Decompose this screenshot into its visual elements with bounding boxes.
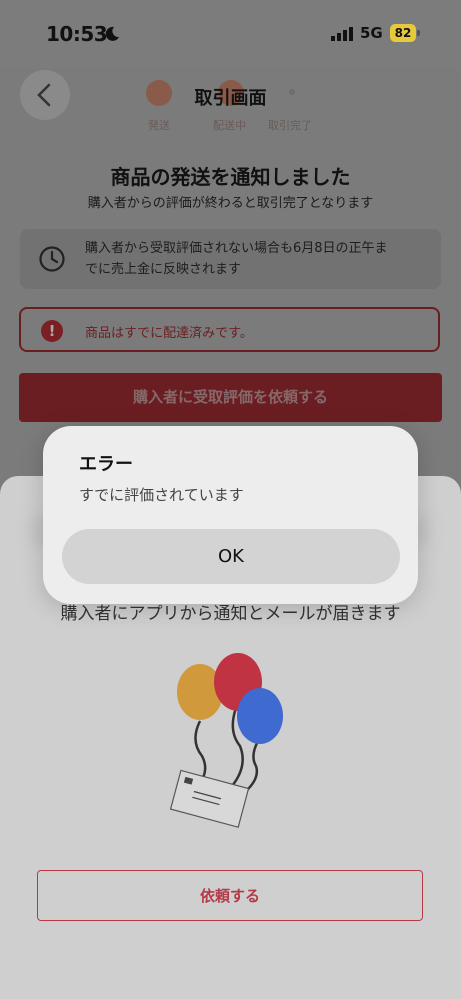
battery-tip: [417, 30, 420, 36]
ok-button[interactable]: OK: [62, 529, 400, 584]
dialog-title: エラー: [79, 454, 133, 475]
status-time: 10:53: [46, 22, 108, 46]
step-label: 取引完了: [268, 119, 312, 132]
notice-subline: 購入者からの評価が終わると取引完了となります: [87, 196, 374, 211]
page-title: 取引画面: [194, 88, 267, 109]
dialog-message: すでに評価されています: [79, 486, 244, 504]
signal-icon: [331, 27, 353, 41]
clock-icon: [39, 246, 65, 272]
info-text-line: 購入者から受取評価されない場合も6月8日の正午ま: [85, 241, 388, 256]
request-button[interactable]: 依頼する: [37, 870, 423, 921]
network-type: 5G: [360, 24, 383, 42]
error-dialog: エラー すでに評価されています OK: [43, 426, 418, 604]
exclamation-icon: !: [41, 320, 63, 342]
alert-text: 商品はすでに配達済みです。: [85, 326, 253, 341]
status-bar: 10:53 5G 82: [0, 0, 461, 68]
moon-icon: [105, 26, 119, 41]
info-text-line: でに売上金に反映されます: [85, 262, 242, 277]
battery-icon: 82: [390, 24, 416, 42]
request-review-button[interactable]: 購入者に受取評価を依頼する: [19, 373, 442, 422]
step-label: 発送: [148, 119, 170, 132]
info-text: 購入者から受取評価されない場合も6月8日の正午ま でに売上金に反映されます: [85, 238, 430, 280]
notice-headline: 商品の発送を通知しました: [110, 165, 351, 189]
balloons-envelope-illustration: [169, 653, 283, 828]
alert-box: ! 商品はすでに配達済みです。: [19, 307, 440, 352]
info-box: 購入者から受取評価されない場合も6月8日の正午ま でに売上金に反映されます: [20, 229, 441, 289]
step-label: 配送中: [213, 119, 246, 132]
